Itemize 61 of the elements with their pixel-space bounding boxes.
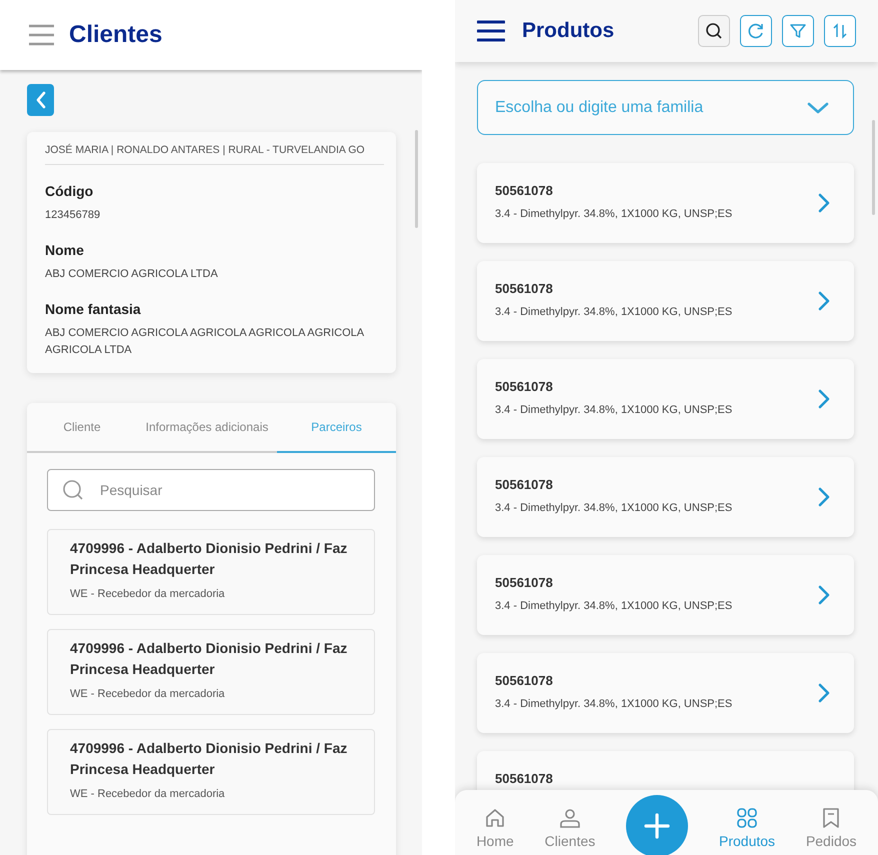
grid-icon [735, 806, 760, 830]
chevron-left-icon [34, 91, 46, 109]
partner-role: WE - Recebedor da mercadoria [70, 788, 226, 800]
partner-name: 4709996 - Adalberto Dionisio Pedrini / Faz Princesa Headquerter [70, 639, 348, 679]
product-description: 3.4 - Dimethylpyr. 34.8%, 1X1000 KG, UNSP;ES [495, 698, 734, 710]
partner-role: WE - Recebedor da mercadoria [70, 588, 226, 600]
product-code: 50561078 [495, 673, 554, 688]
chevron-right-icon [818, 193, 830, 213]
partner-card[interactable]: 4709996 - Adalberto Dionisio Pedrini / Faz Princesa Headquerter WE - Recebedor da mercadoria [47, 729, 375, 815]
filter-button[interactable] [782, 15, 814, 47]
back-button[interactable] [27, 84, 54, 116]
client-summary: JOSÉ MARIA | RONALDO ANTARES | RURAL - TURVELANDIA GO [45, 144, 384, 165]
field-label: Código [45, 183, 94, 199]
field-label: Nome [45, 242, 85, 258]
product-card[interactable]: 50561078 3.4 - Dimethylpyr. 34.8%, 1X1000 KG, UNSP;ES [477, 261, 854, 341]
product-code: 50561078 [495, 575, 554, 590]
chevron-right-icon [818, 291, 830, 311]
search-field[interactable]: Pesquisar [47, 469, 375, 511]
product-card[interactable]: 50561078 3.4 - Dimethylpyr. 34.8%, 1X1000 KG, UNSP;ES [477, 359, 854, 439]
field-value: ABJ COMERCIO AGRICOLA AGRICOLA AGRICOLA AGRICOLA AGRICOLA LTDA [45, 326, 365, 358]
sort-icon [831, 22, 849, 40]
product-card[interactable]: 50561078 3.4 - Dimethylpyr. 34.8%, 1X1000 KG, UNSP;ES [477, 653, 854, 733]
product-card[interactable]: 50561078 [477, 751, 854, 790]
partner-card[interactable]: 4709996 - Adalberto Dionisio Pedrini / Faz Princesa Headquerter WE - Recebedor da mercadoria [47, 629, 375, 715]
chevron-right-icon [818, 389, 830, 409]
partner-card[interactable]: 4709996 - Adalberto Dionisio Pedrini / Faz Princesa Headquerter WE - Recebedor da mercadoria [47, 529, 375, 615]
partner-name: 4709996 - Adalberto Dionisio Pedrini / Faz Princesa Headquerter [70, 539, 348, 579]
product-code: 50561078 [495, 183, 554, 198]
product-code: 50561078 [495, 379, 554, 394]
page-title: Clientes [69, 21, 162, 49]
product-description: 3.4 - Dimethylpyr. 34.8%, 1X1000 KG, UNSP;ES [495, 404, 734, 416]
product-card[interactable]: 50561078 3.4 - Dimethylpyr. 34.8%, 1X1000 KG, UNSP;ES [477, 555, 854, 635]
product-code: 50561078 [495, 477, 554, 492]
plus-icon [644, 813, 670, 839]
menu-icon[interactable] [477, 20, 505, 42]
person-icon [558, 806, 582, 830]
sort-button[interactable] [824, 15, 856, 47]
chevron-right-icon [818, 585, 830, 605]
product-description: 3.4 - Dimethylpyr. 34.8%, 1X1000 KG, UNSP;ES [495, 600, 734, 612]
chevron-down-icon [807, 100, 829, 114]
product-description: 3.4 - Dimethylpyr. 34.8%, 1X1000 KG, UNSP;ES [495, 306, 734, 318]
search-icon [62, 479, 84, 501]
refresh-icon [747, 22, 765, 40]
partner-role: WE - Recebedor da mercadoria [70, 688, 226, 700]
refresh-button[interactable] [740, 15, 772, 47]
field-label: Nome fantasia [45, 301, 142, 317]
product-card[interactable]: 50561078 3.4 - Dimethylpyr. 34.8%, 1X1000 KG, UNSP;ES [477, 163, 854, 243]
partner-name: 4709996 - Adalberto Dionisio Pedrini / Faz Princesa Headquerter [70, 739, 348, 779]
field-value: ABJ COMERCIO AGRICOLA LTDA [45, 267, 219, 282]
page-title: Produtos [522, 19, 614, 43]
chevron-right-icon [818, 683, 830, 703]
chevron-right-icon [818, 487, 830, 507]
product-code: 50561078 [495, 281, 554, 296]
field-value: 123456789 [45, 208, 102, 223]
product-card[interactable]: 50561078 3.4 - Dimethylpyr. 34.8%, 1X1000 KG, UNSP;ES [477, 457, 854, 537]
filter-icon [789, 22, 807, 40]
search-icon [705, 22, 723, 40]
product-description: 3.4 - Dimethylpyr. 34.8%, 1X1000 KG, UNSP;ES [495, 502, 734, 514]
product-description: 3.4 - Dimethylpyr. 34.8%, 1X1000 KG, UNSP;ES [495, 208, 734, 220]
search-button[interactable] [698, 15, 730, 47]
product-code: 50561078 [495, 771, 554, 786]
